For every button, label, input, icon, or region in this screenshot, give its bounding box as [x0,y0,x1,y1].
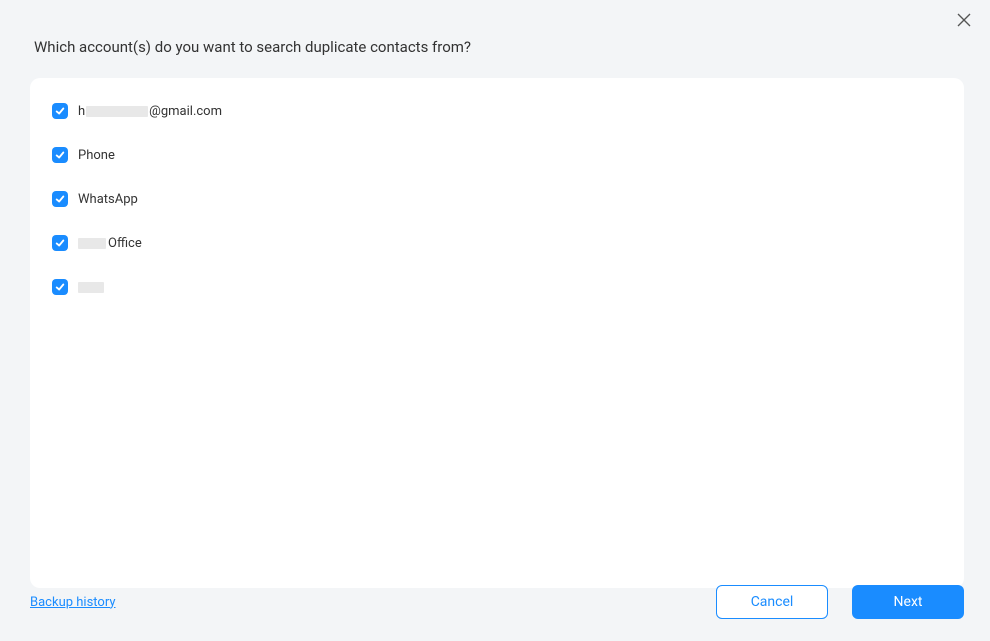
account-item-office[interactable]: Office [52,235,942,251]
check-icon [55,194,65,204]
checkbox-office[interactable] [52,235,68,251]
account-label-unknown [78,282,104,293]
redacted-text [78,282,104,293]
redacted-text [78,238,106,249]
checkbox-gmail[interactable] [52,103,68,119]
checkbox-whatsapp[interactable] [52,191,68,207]
backup-history-link[interactable]: Backup history [30,595,116,610]
account-label-whatsapp: WhatsApp [78,192,138,207]
close-icon [957,13,971,27]
content-panel: h @gmail.com Phone WhatsApp [30,78,964,588]
account-item-unknown[interactable] [52,279,942,295]
label-prefix: h [78,104,85,119]
account-label-phone: Phone [78,148,115,163]
label-suffix: @gmail.com [149,104,222,119]
button-group: Cancel Next [716,585,964,619]
label-suffix: Office [108,236,142,251]
account-list: h @gmail.com Phone WhatsApp [52,103,942,295]
account-label-office: Office [78,236,142,251]
cancel-button[interactable]: Cancel [716,585,828,619]
check-icon [55,238,65,248]
account-item-whatsapp[interactable]: WhatsApp [52,191,942,207]
check-icon [55,282,65,292]
dialog-footer: Backup history Cancel Next [30,585,964,619]
checkbox-unknown[interactable] [52,279,68,295]
check-icon [55,150,65,160]
account-label-gmail: h @gmail.com [78,104,222,119]
next-button[interactable]: Next [852,585,964,619]
check-icon [55,106,65,116]
redacted-text [86,106,148,117]
account-item-gmail[interactable]: h @gmail.com [52,103,942,119]
checkbox-phone[interactable] [52,147,68,163]
dialog-title: Which account(s) do you want to search d… [0,0,990,56]
close-button[interactable] [956,12,972,28]
account-item-phone[interactable]: Phone [52,147,942,163]
